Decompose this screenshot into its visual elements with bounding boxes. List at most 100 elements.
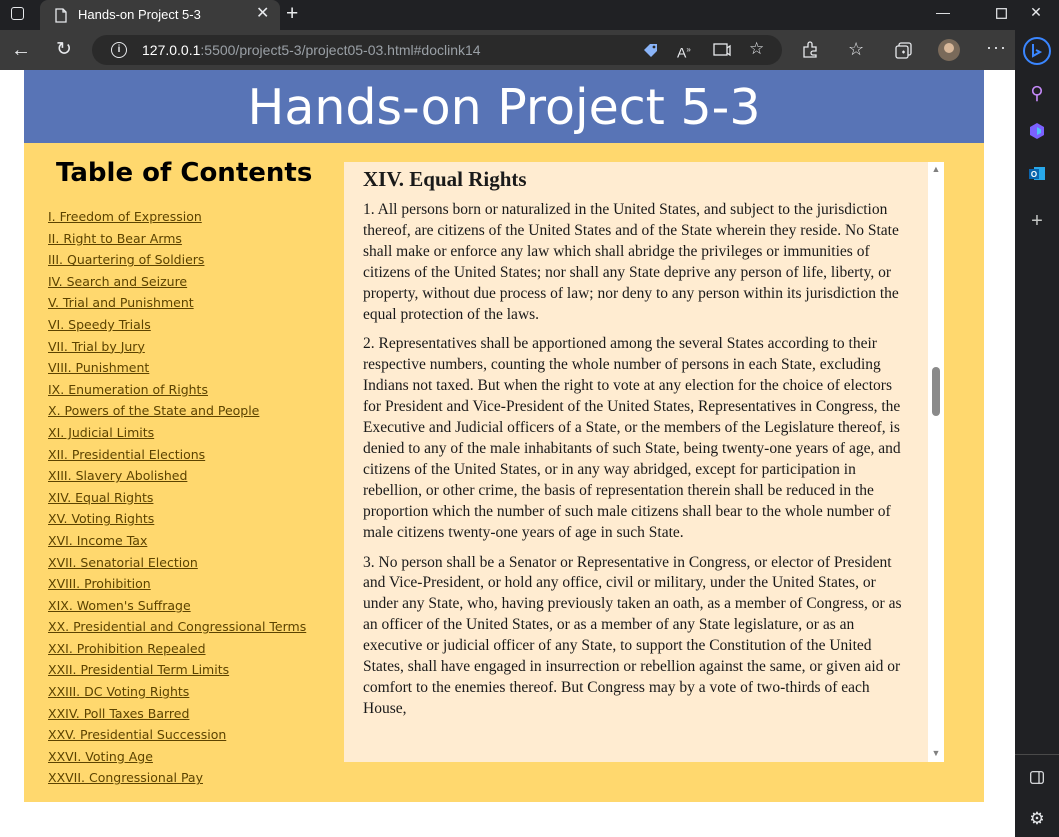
toc-item: XIV. Equal Rights	[48, 489, 306, 511]
toc-link[interactable]: XIX. Women's Suffrage	[48, 598, 191, 613]
scroll-thumb[interactable]	[932, 367, 940, 416]
toc-link[interactable]: XXIII. DC Voting Rights	[48, 684, 189, 699]
toc-link[interactable]: XI. Judicial Limits	[48, 425, 154, 440]
edge-sidebar: ⚲ O + ⚙	[1015, 30, 1059, 837]
toc-item: I. Freedom of Expression	[48, 208, 306, 230]
toc-item: XII. Presidential Elections	[48, 446, 306, 468]
toc-link[interactable]: XVII. Senatorial Election	[48, 555, 198, 570]
toc-item: X. Powers of the State and People	[48, 402, 306, 424]
article-scrollbar[interactable]: ▲ ▼	[928, 162, 944, 762]
article-paragraph: 1. All persons born or naturalized in th…	[363, 201, 899, 323]
toc-link[interactable]: XV. Voting Rights	[48, 511, 154, 526]
minimize-icon[interactable]: —	[920, 0, 966, 30]
toc-item: VIII. Punishment	[48, 359, 306, 381]
close-icon[interactable]: ✕	[256, 5, 269, 23]
info-icon[interactable]: i	[111, 42, 127, 58]
toc-item: XXVII. Congressional Pay	[48, 769, 306, 791]
page-icon	[55, 8, 67, 23]
settings-gear-icon[interactable]: ⚙	[1015, 808, 1059, 830]
toc-list: I. Freedom of Expression II. Right to Be…	[48, 208, 306, 791]
read-aloud-icon[interactable]: A»	[677, 40, 691, 63]
article-paragraph: 3. No person shall be a Senator or Repre…	[363, 553, 902, 717]
back-arrow-icon[interactable]: ←	[11, 40, 31, 60]
toc-link[interactable]: IX. Enumeration of Rights	[48, 382, 208, 397]
browser-tab[interactable]: Hands-on Project 5-3 ✕	[40, 0, 280, 31]
toc-item: XXI. Prohibition Repealed	[48, 640, 306, 662]
toc-item: XXII. Presidential Term Limits	[48, 661, 306, 683]
divider	[1015, 754, 1059, 755]
toc-link[interactable]: XVI. Income Tax	[48, 533, 147, 548]
toc-item: XXIV. Poll Taxes Barred	[48, 705, 306, 727]
toc-item: XVIII. Prohibition	[48, 575, 306, 597]
toc-link[interactable]: XXIV. Poll Taxes Barred	[48, 706, 189, 721]
window-menu-icon[interactable]	[11, 7, 24, 20]
toc-item: XXV. Presidential Succession	[48, 726, 306, 748]
toc-link[interactable]: XII. Presidential Elections	[48, 447, 205, 462]
svg-text:O: O	[1031, 170, 1037, 179]
toc-link[interactable]: XXV. Presidential Succession	[48, 727, 226, 742]
title-bar: Hands-on Project 5-3 ✕ + — ✕	[0, 0, 1059, 31]
plus-icon[interactable]: +	[286, 3, 298, 25]
toc-link[interactable]: III. Quartering of Soldiers	[48, 252, 204, 267]
toc-item: XI. Judicial Limits	[48, 424, 306, 446]
toc-item: XV. Voting Rights	[48, 510, 306, 532]
toc-link[interactable]: XVIII. Prohibition	[48, 576, 151, 591]
toc-link[interactable]: XIV. Equal Rights	[48, 490, 153, 505]
toc-item: XIX. Women's Suffrage	[48, 597, 306, 619]
page-header: Hands-on Project 5-3	[24, 70, 984, 143]
toc-link[interactable]: I. Freedom of Expression	[48, 209, 202, 224]
outlook-icon[interactable]: O	[1015, 165, 1059, 189]
address-bar[interactable]: i 127.0.0.1:5500/project5-3/project05-03…	[92, 35, 782, 65]
article-paragraph: 2. Representatives shall be apportioned …	[363, 335, 901, 541]
tag-icon[interactable]	[642, 42, 659, 59]
url-text[interactable]: 127.0.0.1:5500/project5-3/project05-03.h…	[142, 42, 481, 58]
add-favorite-icon[interactable]: ☆	[749, 39, 764, 59]
tab-title: Hands-on Project 5-3	[78, 7, 201, 22]
toc-item: VII. Trial by Jury	[48, 338, 306, 360]
toc-link[interactable]: V. Trial and Punishment	[48, 295, 194, 310]
toc-item: VI. Speedy Trials	[48, 316, 306, 338]
extensions-icon[interactable]	[801, 41, 819, 59]
toc-link[interactable]: VI. Speedy Trials	[48, 317, 151, 332]
toc-item: V. Trial and Punishment	[48, 294, 306, 316]
toc-item: II. Right to Bear Arms	[48, 230, 306, 252]
immersive-reader-icon[interactable]	[713, 42, 731, 58]
refresh-icon[interactable]: ↻	[56, 40, 72, 60]
favorites-icon[interactable]: ☆	[848, 39, 864, 59]
page-title: Hands-on Project 5-3	[247, 79, 761, 136]
avatar[interactable]	[938, 39, 960, 61]
scroll-down-arrow-icon[interactable]: ▼	[931, 748, 941, 758]
window-close-icon[interactable]: ✕	[1013, 0, 1059, 30]
toc-link[interactable]: X. Powers of the State and People	[48, 403, 259, 418]
toc-link[interactable]: XXII. Presidential Term Limits	[48, 662, 229, 677]
toc-item: XXVI. Voting Age	[48, 748, 306, 770]
toc-title: Table of Contents	[56, 158, 313, 188]
toc-link[interactable]: II. Right to Bear Arms	[48, 231, 182, 246]
toc-item: XX. Presidential and Congressional Terms	[48, 618, 306, 640]
toc-item: XVII. Senatorial Election	[48, 554, 306, 576]
article-content: XIV. Equal Rights 1. All persons born or…	[363, 167, 911, 729]
toc-link[interactable]: VIII. Punishment	[48, 360, 149, 375]
toc-link[interactable]: VII. Trial by Jury	[48, 339, 145, 354]
toc-link[interactable]: XX. Presidential and Congressional Terms	[48, 619, 306, 634]
toc-item: XIII. Slavery Abolished	[48, 467, 306, 489]
copilot-icon[interactable]	[1015, 122, 1059, 146]
toc-item: XXIII. DC Voting Rights	[48, 683, 306, 705]
collections-icon[interactable]	[894, 41, 913, 60]
article-panel[interactable]: XIV. Equal Rights 1. All persons born or…	[344, 162, 944, 762]
more-icon[interactable]: ···	[986, 37, 1007, 57]
toc-item: IX. Enumeration of Rights	[48, 381, 306, 403]
toc-item: III. Quartering of Soldiers	[48, 251, 306, 273]
scroll-up-arrow-icon[interactable]: ▲	[931, 164, 941, 174]
toc-link[interactable]: XXVI. Voting Age	[48, 749, 153, 764]
bing-icon[interactable]	[1015, 37, 1059, 71]
toc-link[interactable]: IV. Search and Seizure	[48, 274, 187, 289]
toc-link[interactable]: XXI. Prohibition Repealed	[48, 641, 206, 656]
toc-item: XVI. Income Tax	[48, 532, 306, 554]
add-icon[interactable]: +	[1015, 210, 1059, 232]
toc-item: IV. Search and Seizure	[48, 273, 306, 295]
toc-link[interactable]: XXVII. Congressional Pay	[48, 770, 203, 785]
search-icon[interactable]: ⚲	[1015, 82, 1059, 104]
sidebar-toggle-icon[interactable]	[1015, 768, 1059, 790]
toc-link[interactable]: XIII. Slavery Abolished	[48, 468, 187, 483]
